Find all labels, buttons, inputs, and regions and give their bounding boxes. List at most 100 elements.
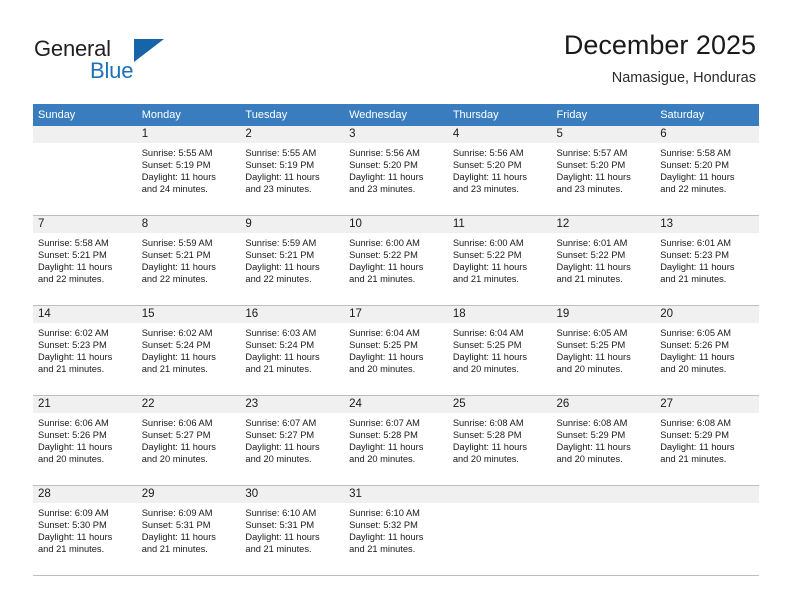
day-number [551, 486, 656, 503]
sunrise-text: Sunrise: 6:10 AM [349, 508, 420, 518]
sunrise-text: Sunrise: 5:56 AM [452, 148, 524, 158]
sunset-text: Sunset: 5:22 PM [349, 250, 418, 261]
calendar-day-cell[interactable]: 3 Sunrise: 5:56 AM Sunset: 5:20 PM Daylight… [344, 126, 448, 215]
daylight-text-line2: and 21 minutes. [660, 454, 727, 465]
daylight-text-line1: Daylight: 11 hours [141, 352, 216, 363]
day-number: 24 [344, 396, 448, 413]
daylight-text-line1: Daylight: 11 hours [452, 442, 528, 453]
calendar-week-row: 14 Sunrise: 6:02 AM Sunset: 5:23 PM Dayligh… [33, 306, 759, 396]
calendar-day-cell[interactable]: 7 Sunrise: 5:58 AM Sunset: 5:21 PM Daylight… [33, 216, 137, 305]
sunset-text: Sunset: 5:29 PM [660, 430, 729, 441]
calendar-day-cell[interactable]: 25 Sunrise: 6:08 AM Sunset: 5:28 PM Dayligh… [447, 396, 552, 485]
daylight-text-line1: Daylight: 11 hours [141, 532, 216, 543]
sunset-text: Sunset: 5:19 PM [141, 160, 211, 171]
calendar-day-cell[interactable]: 12 Sunrise: 6:01 AM Sunset: 5:22 PM Dayligh… [551, 216, 656, 305]
calendar-page: General Blue December 2025 Namasigue, Ho… [0, 0, 792, 612]
calendar-day-cell[interactable]: 19 Sunrise: 6:05 AM Sunset: 5:25 PM Dayligh… [551, 306, 656, 395]
calendar-day-cell[interactable]: 30 Sunrise: 6:10 AM Sunset: 5:31 PM Dayligh… [240, 486, 345, 575]
day-details: Sunrise: 6:00 AM Sunset: 5:22 PM Daylight:… [448, 233, 552, 285]
calendar-day-cell[interactable]: 15 Sunrise: 6:02 AM Sunset: 5:24 PM Dayligh… [136, 306, 241, 395]
calendar-day-cell[interactable]: 11 Sunrise: 6:00 AM Sunset: 5:22 PM Dayligh… [447, 216, 552, 305]
sunrise-text: Sunrise: 6:09 AM [38, 508, 109, 518]
calendar-day-cell[interactable]: 6 Sunrise: 5:58 AM Sunset: 5:20 PM Daylight… [655, 126, 759, 215]
daylight-text-line1: Daylight: 11 hours [660, 352, 735, 363]
calendar-day-cell[interactable]: 17 Sunrise: 6:04 AM Sunset: 5:25 PM Dayligh… [344, 306, 448, 395]
day-details: Sunrise: 6:10 AM Sunset: 5:31 PM Daylight:… [240, 503, 344, 555]
general-blue-logo[interactable]: General Blue [34, 36, 184, 88]
day-number: 9 [240, 216, 345, 233]
calendar-day-cell[interactable]: 14 Sunrise: 6:02 AM Sunset: 5:23 PM Dayligh… [33, 306, 137, 395]
daylight-text-line1: Daylight: 11 hours [245, 172, 320, 183]
daylight-text-line2: and 20 minutes. [660, 364, 727, 375]
calendar-day-cell[interactable]: 20 Sunrise: 6:05 AM Sunset: 5:26 PM Dayligh… [655, 306, 759, 395]
day-number: 4 [447, 126, 552, 143]
daylight-text-line1: Daylight: 11 hours [38, 352, 113, 363]
sunrise-text: Sunrise: 6:02 AM [141, 328, 213, 338]
day-details: Sunrise: 6:04 AM Sunset: 5:25 PM Daylight:… [448, 323, 552, 375]
calendar-day-cell[interactable]: 26 Sunrise: 6:08 AM Sunset: 5:29 PM Dayligh… [551, 396, 656, 485]
calendar-day-cell[interactable]: 2 Sunrise: 5:55 AM Sunset: 5:19 PM Daylight… [240, 126, 345, 215]
daylight-text-line2: and 22 minutes. [141, 274, 208, 285]
calendar-day-cell[interactable]: 24 Sunrise: 6:07 AM Sunset: 5:28 PM Dayligh… [344, 396, 448, 485]
daylight-text-line1: Daylight: 11 hours [141, 172, 216, 183]
day-number: 7 [33, 216, 137, 233]
day-number: 25 [447, 396, 552, 413]
calendar-day-cell[interactable]: 1 Sunrise: 5:55 AM Sunset: 5:19 PM Daylight… [136, 126, 241, 215]
sunset-text: Sunset: 5:22 PM [556, 250, 626, 261]
daylight-text-line2: and 22 minutes. [245, 274, 312, 285]
calendar-day-cell[interactable]: 18 Sunrise: 6:04 AM Sunset: 5:25 PM Dayligh… [447, 306, 552, 395]
calendar-day-cell[interactable]: 31 Sunrise: 6:10 AM Sunset: 5:32 PM Dayligh… [344, 486, 448, 575]
sunrise-text: Sunrise: 6:01 AM [660, 238, 732, 248]
calendar-day-cell[interactable]: 16 Sunrise: 6:03 AM Sunset: 5:24 PM Dayligh… [240, 306, 345, 395]
sunset-text: Sunset: 5:28 PM [349, 430, 418, 441]
calendar-day-cell[interactable]: 29 Sunrise: 6:09 AM Sunset: 5:31 PM Dayligh… [136, 486, 241, 575]
daylight-text-line1: Daylight: 11 hours [660, 262, 735, 273]
calendar-day-cell[interactable]: 21 Sunrise: 6:06 AM Sunset: 5:26 PM Dayligh… [33, 396, 137, 485]
daylight-text-line1: Daylight: 11 hours [556, 442, 631, 453]
daylight-text-line2: and 21 minutes. [245, 544, 312, 555]
day-number: 2 [240, 126, 345, 143]
calendar-day-cell-empty [655, 486, 759, 575]
daylight-text-line2: and 21 minutes. [349, 274, 416, 285]
daylight-text-line2: and 23 minutes. [245, 184, 312, 195]
day-number: 31 [344, 486, 448, 503]
day-details: Sunrise: 6:06 AM Sunset: 5:27 PM Daylight:… [137, 413, 241, 465]
day-number: 16 [240, 306, 345, 323]
calendar-day-cell[interactable]: 4 Sunrise: 5:56 AM Sunset: 5:20 PM Daylight… [447, 126, 552, 215]
daylight-text-line1: Daylight: 11 hours [349, 442, 424, 453]
day-number: 14 [33, 306, 137, 323]
calendar-day-cell[interactable]: 22 Sunrise: 6:06 AM Sunset: 5:27 PM Dayligh… [136, 396, 241, 485]
calendar-day-cell[interactable]: 23 Sunrise: 6:07 AM Sunset: 5:27 PM Dayligh… [240, 396, 345, 485]
day-number [655, 486, 759, 503]
calendar-day-cell[interactable]: 27 Sunrise: 6:08 AM Sunset: 5:29 PM Dayligh… [655, 396, 759, 485]
weekday-header-saturday: Saturday [660, 109, 705, 121]
weekday-header-monday: Monday [141, 109, 181, 121]
day-details: Sunrise: 6:07 AM Sunset: 5:27 PM Daylight:… [240, 413, 344, 465]
day-details: Sunrise: 5:58 AM Sunset: 5:21 PM Daylight:… [33, 233, 137, 285]
daylight-text-line2: and 20 minutes. [245, 454, 312, 465]
day-number: 5 [551, 126, 656, 143]
day-number: 12 [551, 216, 656, 233]
calendar-day-cell[interactable]: 8 Sunrise: 5:59 AM Sunset: 5:21 PM Daylight… [136, 216, 241, 305]
calendar-day-cell[interactable]: 13 Sunrise: 6:01 AM Sunset: 5:23 PM Dayligh… [655, 216, 759, 305]
daylight-text-line1: Daylight: 11 hours [245, 352, 320, 363]
daylight-text-line2: and 20 minutes. [38, 454, 105, 465]
sunrise-text: Sunrise: 6:05 AM [660, 328, 732, 338]
sunset-text: Sunset: 5:21 PM [38, 250, 107, 261]
calendar-day-cell[interactable]: 10 Sunrise: 6:00 AM Sunset: 5:22 PM Dayligh… [344, 216, 448, 305]
calendar-day-cell[interactable]: 9 Sunrise: 5:59 AM Sunset: 5:21 PM Daylight… [240, 216, 345, 305]
day-details: Sunrise: 5:55 AM Sunset: 5:19 PM Daylight:… [240, 143, 344, 195]
calendar-day-cell[interactable]: 28 Sunrise: 6:09 AM Sunset: 5:30 PM Dayligh… [33, 486, 137, 575]
calendar-day-cell[interactable]: 5 Sunrise: 5:57 AM Sunset: 5:20 PM Daylight… [551, 126, 656, 215]
logo-triangle-icon [134, 39, 164, 62]
day-number: 8 [136, 216, 241, 233]
calendar-day-cell-empty [447, 486, 552, 575]
day-details: Sunrise: 5:55 AM Sunset: 5:19 PM Daylight:… [137, 143, 241, 195]
daylight-text-line2: and 20 minutes. [556, 364, 623, 375]
sunset-text: Sunset: 5:25 PM [349, 340, 418, 351]
page-subtitle-location: Namasigue, Honduras [611, 70, 756, 86]
sunset-text: Sunset: 5:23 PM [38, 340, 107, 351]
day-number: 18 [447, 306, 552, 323]
sunrise-text: Sunrise: 5:58 AM [660, 148, 732, 158]
daylight-text-line2: and 21 minutes. [452, 274, 519, 285]
